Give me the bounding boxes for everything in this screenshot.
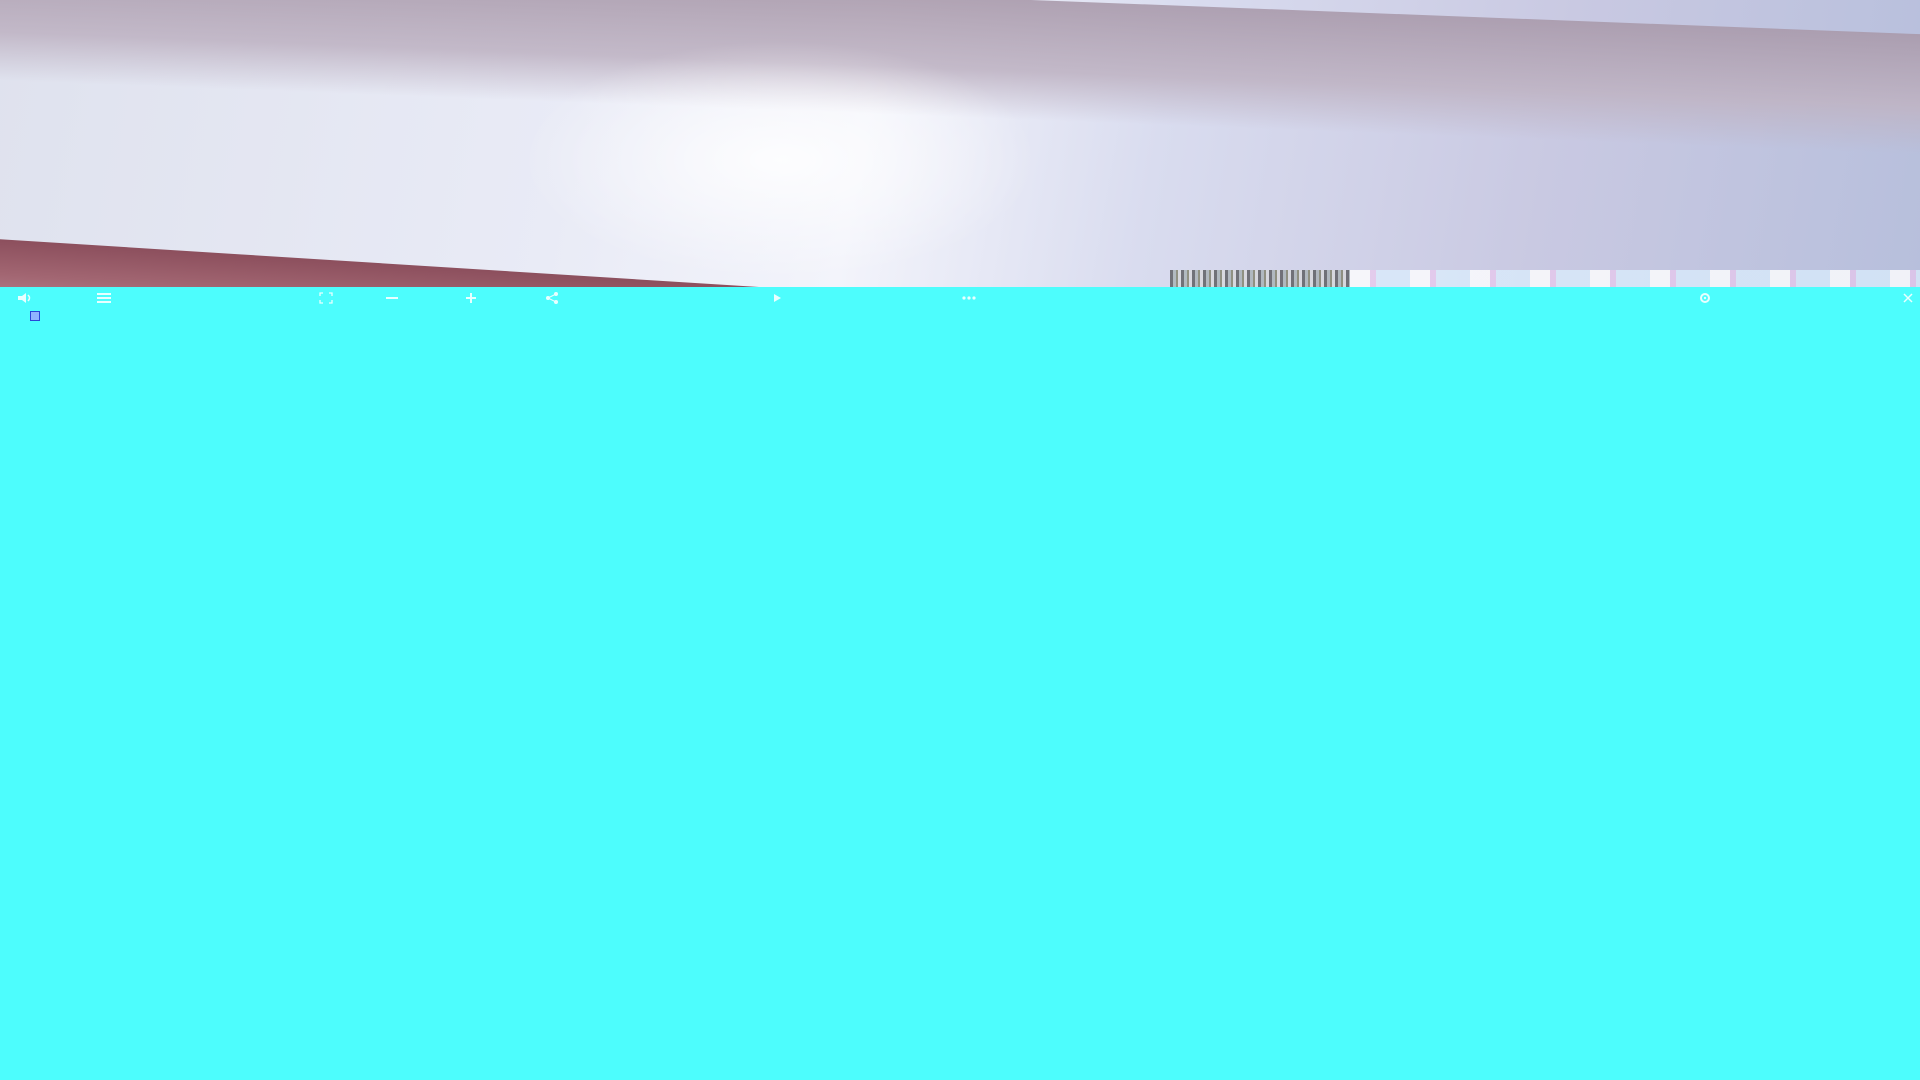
expand-icon[interactable] [318,289,334,307]
toolbar [0,287,1920,311]
speaker-icon[interactable] [16,289,34,307]
play-icon[interactable] [770,289,784,307]
background-photo [0,0,1920,290]
app-surface[interactable] [0,287,1920,1080]
plus-icon[interactable] [464,289,478,307]
minus-icon[interactable] [384,289,400,307]
dots-icon[interactable] [960,289,978,307]
settings-icon[interactable] [1696,289,1714,307]
selection-marker[interactable] [30,311,40,321]
share-icon[interactable] [544,289,560,307]
close-icon[interactable] [1900,289,1916,307]
main-canvas[interactable] [0,327,1920,1080]
menu-icon[interactable] [96,289,112,307]
photo-light-glow [520,40,1040,280]
screen [0,0,1920,1080]
